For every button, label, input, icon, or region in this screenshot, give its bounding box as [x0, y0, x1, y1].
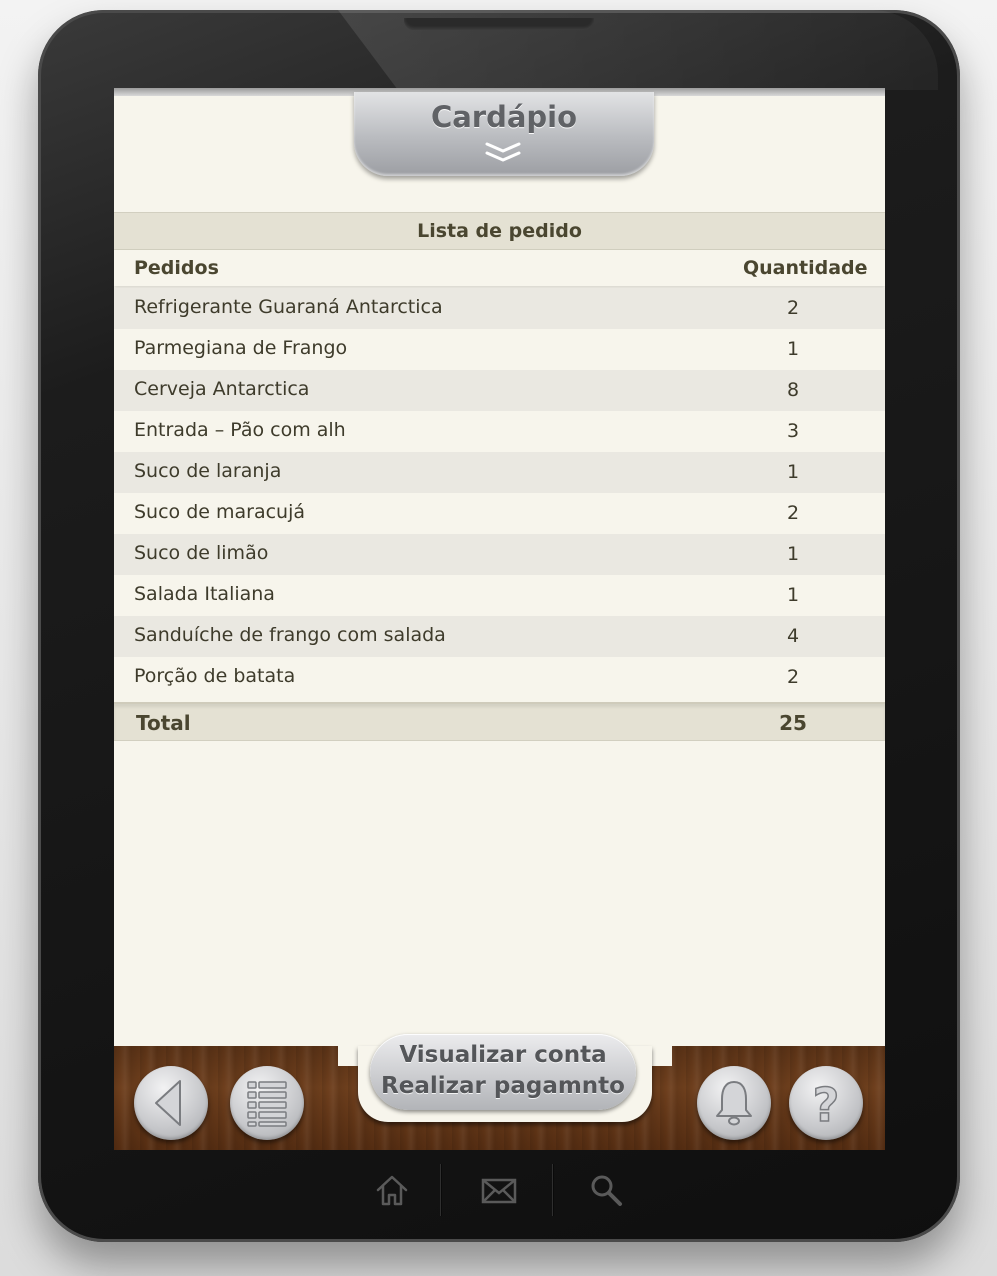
order-list-title: Lista de pedido — [114, 212, 885, 250]
item-quantity: 1 — [786, 338, 800, 360]
table-row[interactable]: Entrada – Pão com alh 3 — [114, 411, 885, 452]
item-name: Porção de batata — [134, 665, 296, 687]
table-row[interactable]: Cerveja Antarctica 8 — [114, 370, 885, 411]
system-nav-bar — [360, 1160, 640, 1224]
item-name: Suco de limão — [134, 542, 269, 564]
item-quantity: 2 — [786, 297, 800, 319]
total-value: 25 — [779, 711, 807, 735]
table-row[interactable]: Salada Italiana 1 — [114, 575, 885, 616]
item-name: Entrada – Pão com alh — [134, 419, 346, 441]
item-quantity: 2 — [786, 502, 800, 524]
table-row[interactable]: Parmegiana de Frango 1 — [114, 329, 885, 370]
total-label: Total — [136, 711, 191, 735]
item-name: Refrigerante Guaraná Antarctica — [134, 296, 443, 318]
column-header-orders: Pedidos — [134, 257, 219, 279]
search-icon[interactable] — [588, 1172, 624, 1208]
item-quantity: 2 — [786, 666, 800, 688]
help-icon: ? — [812, 1077, 840, 1133]
bell-icon — [716, 1081, 752, 1126]
table-row[interactable]: Suco de limão 1 — [114, 534, 885, 575]
system-bar-divider — [552, 1164, 553, 1216]
table-row[interactable]: Porção de batata 2 — [114, 657, 885, 698]
item-quantity: 1 — [786, 584, 800, 606]
item-name: Sanduíche de frango com salada — [134, 624, 446, 646]
system-bar-divider — [440, 1164, 441, 1216]
total-row: Total 25 — [114, 702, 885, 741]
item-quantity: 8 — [786, 379, 800, 401]
list-button[interactable] — [230, 1066, 304, 1140]
chevron-down-icon — [485, 142, 521, 162]
view-bill-pay-button[interactable]: Visualizar conta Realizar pagamnto — [370, 1034, 636, 1110]
back-arrow-icon — [155, 1080, 181, 1126]
mail-icon[interactable] — [480, 1172, 518, 1208]
item-name: Suco de maracujá — [134, 501, 306, 523]
item-quantity: 1 — [786, 543, 800, 565]
menu-header-tab[interactable]: Cardápio — [354, 92, 654, 176]
item-name: Salada Italiana — [134, 583, 275, 605]
table-row[interactable]: Refrigerante Guaraná Antarctica 2 — [114, 288, 885, 329]
item-quantity: 4 — [786, 625, 800, 647]
page-title: Cardápio — [430, 100, 578, 134]
column-header-quantity: Quantidade — [743, 257, 868, 279]
order-table: Refrigerante Guaraná Antarctica 2 Parmeg… — [114, 288, 885, 698]
screen: Cardápio Lista de pedido Pedidos Quantid… — [114, 88, 885, 1150]
item-name: Suco de laranja — [134, 460, 282, 482]
make-payment-label: Realizar pagamnto — [381, 1073, 625, 1099]
view-bill-label: Visualizar conta — [399, 1042, 607, 1068]
help-button[interactable]: ? — [789, 1066, 863, 1140]
item-name: Parmegiana de Frango — [134, 337, 348, 359]
back-button[interactable] — [134, 1066, 208, 1140]
list-icon — [247, 1081, 287, 1127]
notification-button[interactable] — [697, 1066, 771, 1140]
table-header: Pedidos Quantidade — [114, 250, 885, 286]
item-quantity: 1 — [786, 461, 800, 483]
item-name: Cerveja Antarctica — [134, 378, 310, 400]
table-row[interactable]: Suco de laranja 1 — [114, 452, 885, 493]
table-row[interactable]: Suco de maracujá 2 — [114, 493, 885, 534]
svg-text:?: ? — [813, 1078, 840, 1132]
item-quantity: 3 — [786, 420, 800, 442]
speaker-grille — [404, 18, 594, 30]
table-row[interactable]: Sanduíche de frango com salada 4 — [114, 616, 885, 657]
home-icon[interactable] — [374, 1172, 410, 1208]
